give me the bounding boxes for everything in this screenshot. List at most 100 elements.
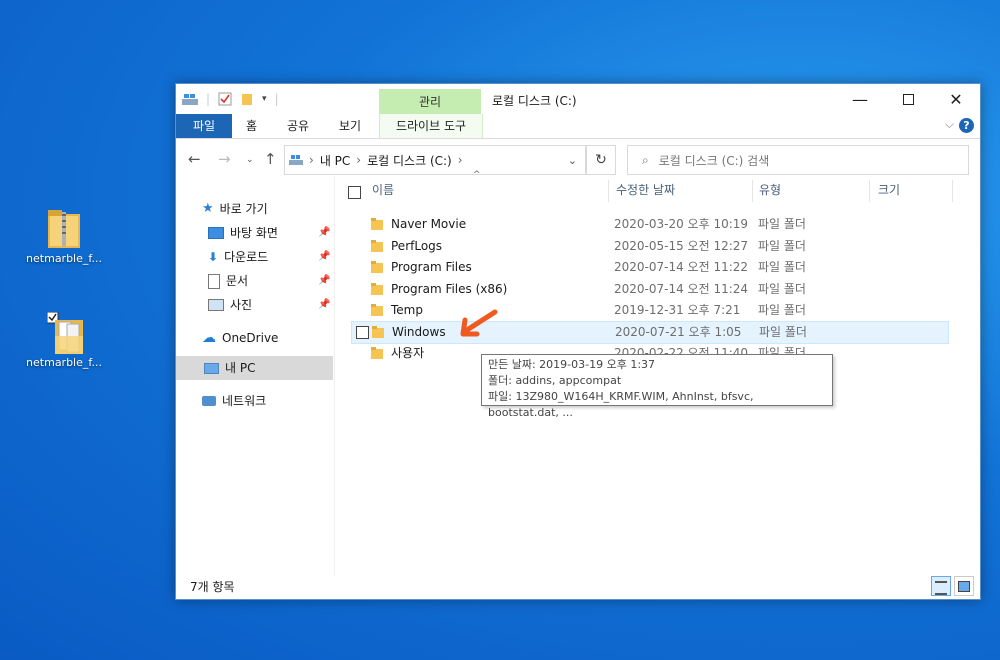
file-date: 2020-07-14 오전 11:24 [614, 282, 749, 296]
file-name: 사용자 [391, 346, 425, 360]
tab-file[interactable]: 파일 [176, 114, 232, 138]
sidebar-item-onedrive[interactable]: ☁ OneDrive [202, 327, 278, 349]
back-arrow-icon[interactable]: ← [188, 150, 201, 168]
breadcrumb-local-disk[interactable]: 로컬 디스크 (C:) [367, 152, 452, 169]
maximize-icon [902, 93, 914, 105]
file-row[interactable]: Naver Movie 2020-03-20 오후 10:19 파일 폴더 [349, 214, 949, 235]
download-arrow-icon: ⬇ [208, 250, 219, 264]
pin-icon[interactable]: 📌 [318, 294, 330, 316]
address-dropdown-icon[interactable]: ⌄ [568, 154, 577, 167]
search-placeholder: 로컬 디스크 (C:) 검색 [658, 153, 770, 168]
cloud-icon: ☁ [202, 330, 216, 346]
forward-arrow-icon[interactable]: → [218, 150, 231, 168]
folder-icon [372, 326, 384, 338]
address-bar[interactable]: › 내 PC › 로컬 디스크 (C:) › ⌄ [284, 145, 586, 175]
folder-with-files-icon [46, 311, 83, 354]
maximize-button[interactable] [884, 84, 932, 114]
tooltip-created: 만든 날짜: 2019-03-19 오후 1:37 [488, 358, 656, 371]
refresh-button[interactable]: ↻ [586, 145, 616, 175]
large-icons-view-button[interactable] [954, 576, 974, 596]
title-bar: | ▾ | 관리 로컬 디스크 (C:) — ✕ [176, 84, 980, 116]
file-row[interactable]: Program Files 2020-07-14 오전 11:22 파일 폴더 [349, 257, 949, 278]
sidebar-item-network[interactable]: 네트워크 [202, 390, 266, 412]
file-name: PerfLogs [391, 239, 443, 253]
breadcrumb-this-pc[interactable]: 내 PC [320, 152, 350, 169]
close-button[interactable]: ✕ [932, 84, 980, 114]
qat-dropdown-icon[interactable]: ▾ [262, 94, 267, 104]
breadcrumb-chevron-icon[interactable]: › [309, 153, 314, 167]
column-header-date[interactable]: 수정한 날짜 [616, 176, 675, 204]
status-bar: 7개 항목 [176, 576, 980, 598]
file-row[interactable]: PerfLogs 2020-05-15 오전 12:27 파일 폴더 [349, 236, 949, 257]
sidebar-item-label: 내 PC [225, 361, 256, 375]
file-date: 2019-12-31 오후 7:21 [614, 303, 741, 317]
star-icon: ★ [202, 201, 214, 216]
file-row[interactable]: Temp 2019-12-31 오후 7:21 파일 폴더 [349, 300, 949, 321]
search-icon: ⌕ [642, 152, 649, 167]
column-divider[interactable] [869, 180, 870, 202]
search-input[interactable]: ⌕ 로컬 디스크 (C:) 검색 [627, 145, 969, 175]
row-checkbox[interactable] [356, 326, 369, 339]
details-view-button[interactable] [931, 576, 951, 596]
tab-home[interactable]: 홈 [246, 114, 257, 138]
network-icon [202, 396, 216, 406]
file-name: Program Files [391, 260, 472, 274]
folder-info-tooltip: 만든 날짜: 2019-03-19 오후 1:37 폴더: addins, ap… [481, 354, 833, 419]
file-date: 2020-07-21 오후 1:05 [615, 325, 742, 339]
select-all-checkbox[interactable] [348, 186, 361, 199]
column-header-size[interactable]: 크기 [878, 176, 900, 204]
file-type: 파일 폴더 [758, 282, 806, 296]
file-type: 파일 폴더 [758, 217, 806, 231]
file-row[interactable]: Program Files (x86) 2020-07-14 오전 11:24 … [349, 279, 949, 300]
large-icons-view-icon [958, 581, 970, 592]
properties-icon[interactable] [218, 92, 232, 106]
navigation-pane: ★ 바로 가기 바탕 화면 📌 ⬇ 다운로드 📌 문서 📌 사진 📌 ☁ One… [176, 184, 333, 574]
pin-icon[interactable]: 📌 [318, 246, 330, 268]
pin-icon[interactable]: 📌 [318, 270, 330, 292]
tab-share[interactable]: 공유 [287, 114, 309, 138]
up-arrow-icon[interactable]: ↑ [264, 150, 277, 168]
quick-access-toolbar: | ▾ | [182, 92, 279, 106]
sidebar-item-label: OneDrive [222, 331, 279, 345]
pin-icon[interactable]: 📌 [318, 222, 330, 244]
sidebar-item-label: 바탕 화면 [230, 226, 278, 240]
details-view-icon [935, 581, 947, 595]
tab-manage[interactable]: 관리 [379, 89, 481, 116]
new-folder-icon[interactable] [240, 92, 254, 106]
sidebar-item-quick-access[interactable]: ★ 바로 가기 [202, 198, 268, 220]
tab-drive-tools[interactable]: 드라이브 도구 [379, 114, 483, 138]
column-header-type[interactable]: 유형 [759, 176, 781, 204]
column-divider[interactable] [952, 180, 953, 202]
sidebar-item-this-pc[interactable]: 내 PC [204, 357, 255, 379]
desktop-icon-zip[interactable]: netmarble_f... [19, 208, 109, 265]
file-date: 2020-05-15 오전 12:27 [614, 239, 749, 253]
breadcrumb-chevron-icon[interactable]: › [356, 153, 361, 167]
document-icon [208, 273, 220, 289]
folder-icon [371, 347, 383, 359]
tooltip-files: 파일: 13Z980_W164H_KRMF.WIM, AhnInst, bfsv… [488, 390, 754, 419]
tab-view[interactable]: 보기 [339, 114, 361, 138]
drive-app-icon [182, 94, 198, 105]
help-icon[interactable]: ? [959, 118, 974, 133]
separator: | [274, 92, 279, 106]
minimize-button[interactable]: — [836, 84, 884, 114]
zip-folder-icon [47, 208, 81, 248]
desktop-icon-folder[interactable]: netmarble_f... [19, 311, 109, 369]
column-header-name[interactable]: 이름 [372, 176, 394, 204]
recent-dropdown-icon[interactable]: ⌄ [246, 155, 254, 165]
column-divider[interactable] [752, 180, 753, 202]
desktop-icon [208, 227, 224, 239]
explorer-window: | ▾ | 관리 로컬 디스크 (C:) — ✕ 파일 홈 공유 보기 드라이브… [175, 83, 981, 600]
sidebar-item-label: 다운로드 [224, 250, 269, 264]
ribbon-expand-icon[interactable]: ⌵ [945, 117, 954, 132]
annotation-arrow-icon [460, 309, 498, 337]
column-divider[interactable] [608, 180, 609, 202]
tooltip-folders: 폴더: addins, appcompat [488, 374, 622, 387]
folder-icon [371, 304, 383, 316]
close-icon: ✕ [949, 89, 963, 109]
item-count: 7개 항목 [190, 580, 235, 594]
breadcrumb-chevron-icon[interactable]: › [458, 153, 463, 167]
folder-icon [371, 261, 383, 273]
file-row-hovered[interactable]: Windows 2020-07-21 오후 1:05 파일 폴더 [351, 321, 949, 344]
minimize-icon: — [852, 89, 868, 109]
